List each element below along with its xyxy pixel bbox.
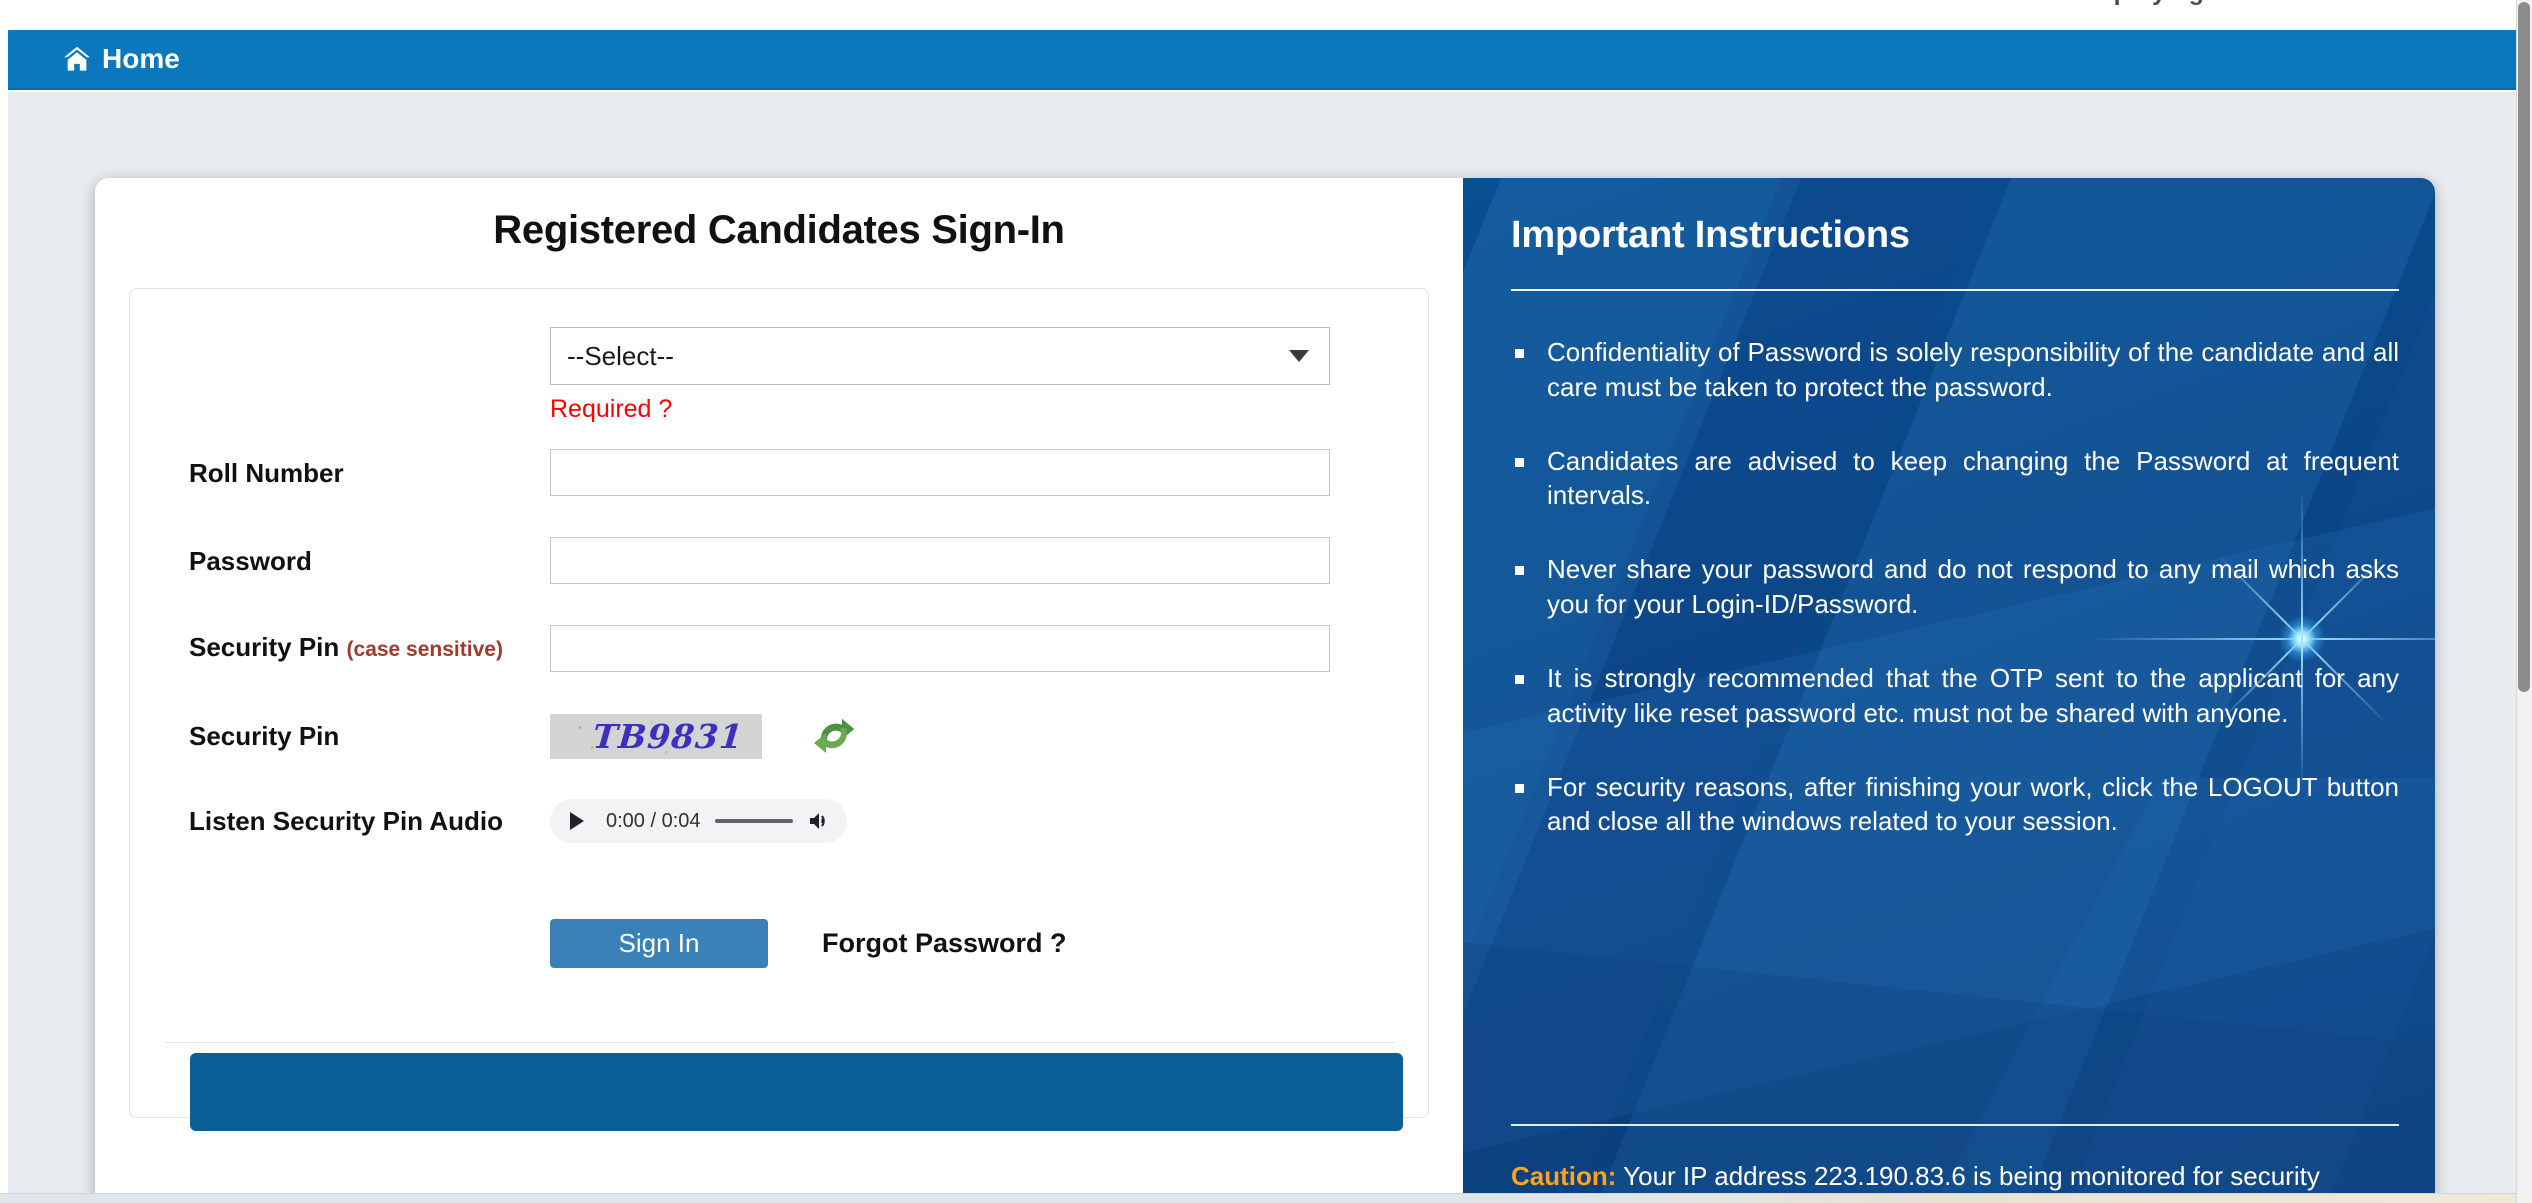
caution-message: Your IP address 223.190.83.6 is being mo… <box>1616 1161 2320 1192</box>
important-instructions-panel: Important Instructions Confidentiality o… <box>1463 178 2435 1203</box>
security-pin-label-text: Security Pin <box>189 632 340 662</box>
form-row-select: --Select-- Required ? <box>130 327 1428 424</box>
security-pin-case-note: (case sensitive) <box>346 638 503 661</box>
captcha-text: TB9831 <box>591 716 745 756</box>
validation-required-message: Required ? <box>550 395 673 423</box>
candidate-type-select-value: --Select-- <box>567 340 674 371</box>
roll-number-control <box>550 449 1428 496</box>
page-scrollbar[interactable] <box>2516 0 2532 1203</box>
audio-label: Listen Security Pin Audio <box>189 806 503 836</box>
captcha-control: TB9831 <box>550 713 1428 759</box>
signin-card: Registered Candidates Sign-In --Select--… <box>95 178 2435 1203</box>
password-input[interactable] <box>550 537 1330 584</box>
forgot-password-link[interactable]: Forgot Password ? <box>822 928 1067 959</box>
audio-progress-bar[interactable] <box>714 819 793 823</box>
form-row-roll-number: Roll Number <box>130 449 1428 496</box>
volume-icon[interactable] <box>807 808 833 834</box>
captcha-label: Security Pin <box>189 721 340 751</box>
security-pin-control <box>550 625 1428 672</box>
main-navbar: Home <box>8 30 2516 90</box>
roll-number-input[interactable] <box>550 449 1330 496</box>
caution-label: Caution: <box>1511 1161 1617 1192</box>
caution-divider <box>1511 1124 2399 1127</box>
roll-number-label: Roll Number <box>189 457 344 488</box>
password-label: Password <box>189 545 312 576</box>
page-scrollbar-thumb[interactable] <box>2518 2 2530 692</box>
list-item: Candidates are advised to keep changing … <box>1511 444 2399 514</box>
chevron-down-icon <box>1289 350 1309 362</box>
caution-section: Caution: Your IP address 223.190.83.6 is… <box>1463 1124 2435 1203</box>
security-pin-label: Security Pin (case sensitive) <box>130 630 550 667</box>
captcha-image: TB9831 <box>550 713 762 759</box>
nav-item-home-label: Home <box>102 43 180 74</box>
select-control-wrap: --Select-- Required ? <box>550 327 1428 424</box>
list-item: It is strongly recommended that the OTP … <box>1511 661 2399 731</box>
form-row-security-pin: Security Pin (case sensitive) <box>130 625 1428 672</box>
candidate-type-select[interactable]: --Select-- <box>550 327 1330 385</box>
list-item: Confidentiality of Password is solely re… <box>1511 335 2399 405</box>
form-row-password: Password <box>130 537 1428 584</box>
form-row-audio: Listen Security Pin Audio 0:00 / 0:04 <box>130 799 1428 843</box>
page-title: Registered Candidates Sign-In <box>493 208 1065 252</box>
home-icon <box>63 46 91 72</box>
list-item: For security reasons, after finishing yo… <box>1511 770 2399 840</box>
form-row-captcha: Security Pin TB9831 <box>130 713 1428 759</box>
page-root: Simplifying The Admission Process Home R… <box>0 0 2532 1203</box>
list-item: Never share your password and do not res… <box>1511 552 2399 622</box>
instructions-title: Important Instructions <box>1511 214 1910 256</box>
bottom-action-bar[interactable] <box>190 1053 1403 1131</box>
refresh-icon[interactable] <box>810 713 858 759</box>
play-icon[interactable] <box>564 808 590 834</box>
caution-text: Caution: Your IP address 223.190.83.6 is… <box>1511 1160 2399 1203</box>
actions-control: Sign In Forgot Password ? <box>550 919 1428 968</box>
audio-time-display: 0:00 / 0:04 <box>606 809 701 832</box>
site-tagline: Simplifying The Admission Process <box>2067 0 2498 7</box>
security-pin-audio-player[interactable]: 0:00 / 0:04 <box>550 799 847 843</box>
form-row-actions: Sign In Forgot Password ? <box>130 919 1428 968</box>
form-divider <box>165 1042 1395 1043</box>
signin-form-column: Registered Candidates Sign-In --Select--… <box>95 178 1463 1203</box>
nav-item-home[interactable]: Home <box>63 30 180 88</box>
instructions-title-divider <box>1511 289 2399 291</box>
signin-form-panel: --Select-- Required ? Roll Number Passwo… <box>129 288 1429 1131</box>
instructions-list: Confidentiality of Password is solely re… <box>1511 335 2399 839</box>
sign-in-button[interactable]: Sign In <box>550 919 768 968</box>
site-header-strip: Simplifying The Admission Process <box>0 0 2516 30</box>
security-pin-input[interactable] <box>550 625 1330 672</box>
password-control <box>550 537 1428 584</box>
instructions-content: Important Instructions Confidentiality o… <box>1463 178 2435 839</box>
audio-control: 0:00 / 0:04 <box>550 799 1428 843</box>
